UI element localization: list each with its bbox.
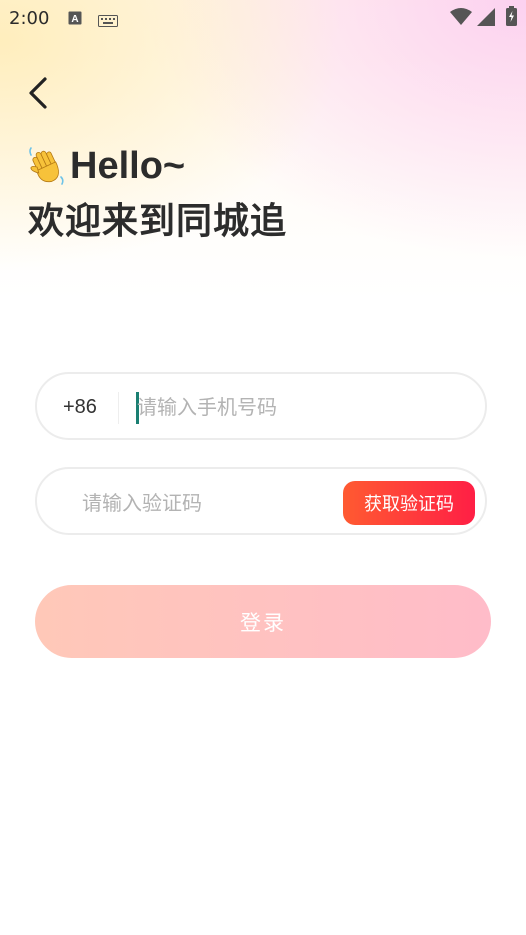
signal-icon — [477, 8, 495, 30]
waving-hand-icon — [28, 147, 66, 185]
status-time: 2:00 — [9, 8, 50, 29]
welcome-title: 欢迎来到同城追 — [28, 201, 288, 242]
back-button[interactable] — [22, 72, 58, 114]
status-bar: 2:00 A — [0, 0, 526, 36]
get-code-button[interactable]: 获取验证码 — [343, 481, 475, 525]
greeting-title: Hello~ — [28, 146, 185, 186]
keyboard-icon — [98, 12, 118, 31]
code-field: 获取验证码 — [35, 467, 487, 535]
divider — [118, 392, 119, 424]
verification-code-input[interactable] — [82, 486, 322, 520]
country-code[interactable]: +86 — [63, 396, 97, 419]
greeting-text: Hello~ — [70, 145, 186, 187]
svg-text:A: A — [71, 14, 78, 25]
phone-input[interactable] — [137, 390, 457, 424]
wifi-icon — [450, 8, 472, 30]
text-a-icon: A — [68, 10, 82, 29]
phone-field: +86 — [35, 372, 487, 440]
battery-icon — [506, 6, 517, 30]
chevron-left-icon — [29, 77, 47, 109]
login-button[interactable]: 登录 — [35, 585, 491, 658]
